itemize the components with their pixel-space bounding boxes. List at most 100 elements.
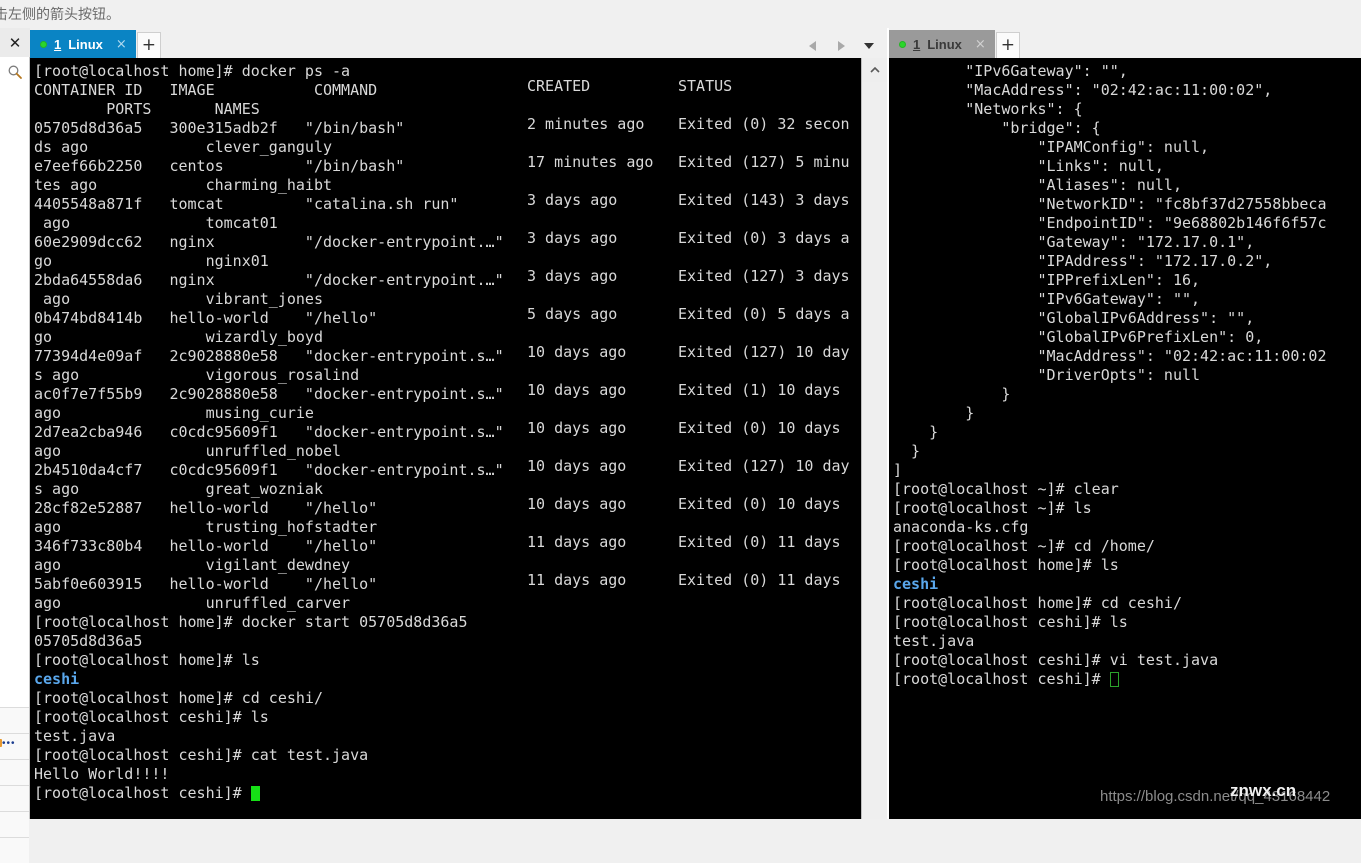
terminal-text: e7eef66b2250 centos "/bin/bash"	[34, 157, 405, 175]
rail-blank-area	[0, 87, 29, 707]
tab-linux-left[interactable]: 1 Linux ×	[30, 30, 136, 58]
column-created: CREATED	[527, 77, 591, 95]
new-tab-button[interactable]: +	[995, 32, 1020, 58]
rail-row-list	[0, 707, 29, 863]
terminal-line: [root@localhost ceshi]# cat test.java	[34, 746, 861, 765]
column-status: Exited (0) 10 days	[678, 495, 841, 513]
hint-strip: 击左侧的箭头按钮。	[0, 0, 1361, 28]
terminal-text: s ago vigorous_rosalind	[34, 366, 360, 384]
terminal-text: ago unruffled_carver	[34, 594, 351, 612]
terminal-line: ]	[893, 461, 1361, 480]
rail-row[interactable]	[0, 733, 29, 759]
column-status: Exited (0) 11 days	[678, 571, 841, 589]
close-tab-icon[interactable]: ×	[975, 37, 986, 52]
column-created: 10 days ago	[527, 419, 627, 437]
terminal-text: 2b4510da4cf7 c0cdc95609f1 "docker-entryp…	[34, 461, 504, 479]
chevron-down-icon[interactable]	[861, 38, 877, 54]
terminal-text: [root@localhost ceshi]# ls	[34, 708, 269, 726]
terminal-text: 5abf0e603915 hello-world "/hello"	[34, 575, 378, 593]
column-created: 17 minutes ago	[527, 153, 654, 171]
terminal-text: tes ago charming_haibt	[34, 176, 333, 194]
terminal-line: [root@localhost home]# cd ceshi/	[893, 594, 1361, 613]
rail-row[interactable]	[0, 811, 29, 837]
right-terminal-output[interactable]: "IPv6Gateway": "", "MacAddress": "02:42:…	[889, 58, 1361, 819]
tab-label: Linux	[68, 36, 103, 52]
column-created: 2 minutes ago	[527, 115, 645, 133]
search-icon[interactable]	[0, 57, 29, 88]
terminal-text: ago trusting_hofstadter	[34, 518, 378, 536]
terminal-line: "Networks": {	[893, 100, 1361, 119]
terminal-line: anaconda-ks.cfg	[893, 518, 1361, 537]
terminal-text: 05705d8d36a5	[34, 632, 143, 650]
terminal-text: test.java	[34, 727, 116, 745]
terminal-line: [root@localhost home]# docker start 0570…	[34, 613, 861, 632]
terminal-text: ago tomcat01	[34, 214, 278, 232]
terminal-text: "IPv6Gateway": "",	[893, 290, 1201, 308]
terminal-text: "GlobalIPv6Address": "",	[893, 309, 1255, 327]
terminal-text: "Gateway": "172.17.0.1",	[893, 233, 1255, 251]
terminal-text: [root@localhost ceshi]#	[893, 670, 1110, 688]
status-dot-icon	[40, 40, 47, 48]
terminal-text: [root@localhost home]# cd ceshi/	[893, 594, 1182, 612]
terminal-text: 2bda64558da6 nginx "/docker-entrypoint.……	[34, 271, 504, 289]
column-status: Exited (127) 10 day	[678, 343, 850, 361]
new-tab-button[interactable]: +	[136, 32, 161, 58]
column-created: 3 days ago	[527, 267, 618, 285]
triangle-right-icon[interactable]	[833, 38, 849, 54]
terminal-text: 60e2909dcc62 nginx "/docker-entrypoint.……	[34, 233, 504, 251]
terminal-text: Hello World!!!!	[34, 765, 170, 783]
terminal-text: "bridge": {	[893, 119, 1101, 137]
tab-linux-right[interactable]: 1 Linux ×	[889, 30, 995, 58]
terminal-text: anaconda-ks.cfg	[893, 518, 1029, 536]
left-terminal-output[interactable]: [root@localhost home]# docker ps -a CONTA…	[30, 58, 861, 819]
terminal-text: "IPv6Gateway": "",	[893, 62, 1128, 80]
right-terminal-pane: 1 Linux × + "IPv6Gateway": "", "MacAddre…	[889, 28, 1361, 819]
terminal-line: [root@localhost ~]# ls	[893, 499, 1361, 518]
column-status: Exited (0) 3 days a	[678, 229, 850, 247]
triangle-left-icon[interactable]	[805, 38, 821, 54]
terminal-text: "Networks": {	[893, 100, 1083, 118]
column-created: 10 days ago	[527, 495, 627, 513]
close-tab-icon[interactable]: ×	[116, 37, 127, 52]
terminal-text: "IPAddress": "172.17.0.2",	[893, 252, 1273, 270]
terminal-text: ago unruffled_nobel	[34, 442, 342, 460]
column-status: Exited (0) 5 days a	[678, 305, 850, 323]
terminal-line: [root@localhost home]# ls	[893, 556, 1361, 575]
rail-row[interactable]	[0, 707, 29, 733]
rail-row[interactable]	[0, 785, 29, 811]
terminal-text: ds ago clever_ganguly	[34, 138, 333, 156]
terminal-cursor	[250, 786, 260, 801]
terminal-text: [root@localhost ceshi]# cat test.java	[34, 746, 369, 764]
terminal-text: "Links": null,	[893, 157, 1164, 175]
terminal-line: [root@localhost home]# ls	[34, 651, 861, 670]
column-status: Exited (127) 3 days	[678, 267, 850, 285]
terminal-text: }	[893, 404, 975, 422]
left-terminal-scrollbar[interactable]	[861, 58, 887, 819]
tab-number: 1	[913, 36, 921, 52]
rail-row[interactable]	[0, 759, 29, 785]
terminal-line: "EndpointID": "9e68802b146f6f57c	[893, 214, 1361, 233]
terminal-line: [root@localhost ~]# clear	[893, 480, 1361, 499]
column-status: STATUS	[678, 77, 733, 95]
terminal-text: "MacAddress": "02:42:ac:11:00:02",	[893, 81, 1273, 99]
rail-row[interactable]	[0, 837, 29, 863]
terminal-line: "MacAddress": "02:42:ac:11:00:02	[893, 347, 1361, 366]
terminal-line: "IPv6Gateway": "",	[893, 290, 1361, 309]
terminal-line: "Links": null,	[893, 157, 1361, 176]
terminal-text: "Aliases": null,	[893, 176, 1182, 194]
chevron-up-icon[interactable]	[862, 58, 887, 82]
terminal-line: [root@localhost ceshi]# vi test.java	[893, 651, 1361, 670]
left-rail: ✕	[0, 28, 30, 863]
terminal-line: "IPPrefixLen": 16,	[893, 271, 1361, 290]
column-created: 11 days ago	[527, 571, 627, 589]
close-icon[interactable]: ✕	[0, 28, 30, 57]
terminal-text: ]	[893, 461, 903, 479]
right-terminal-text: "IPv6Gateway": "", "MacAddress": "02:42:…	[889, 58, 1361, 689]
terminal-text: "GlobalIPv6PrefixLen": 0,	[893, 328, 1264, 346]
terminal-text: [root@localhost home]# cd ceshi/	[34, 689, 323, 707]
terminal-line: [root@localhost ceshi]#	[893, 670, 1361, 689]
column-created: 3 days ago	[527, 229, 618, 247]
terminal-text: "DriverOpts": null	[893, 366, 1201, 384]
terminal-text: go wizardly_boyd	[34, 328, 323, 346]
terminal-line: [root@localhost home]# docker ps -a	[34, 62, 861, 81]
